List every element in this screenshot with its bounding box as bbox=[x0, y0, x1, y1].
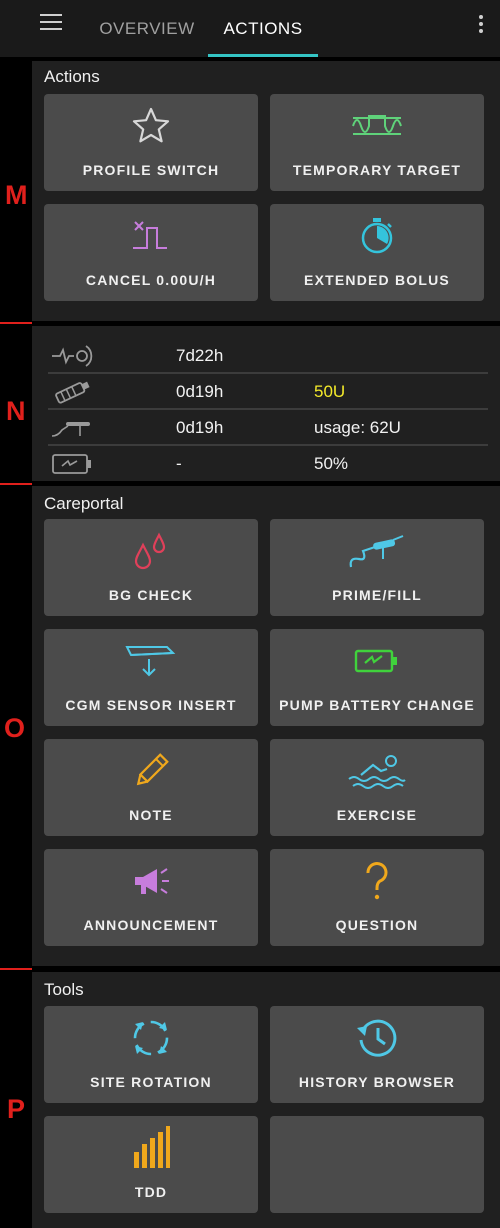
pencil-icon bbox=[44, 751, 258, 791]
bar-chart-icon bbox=[44, 1126, 258, 1168]
stopwatch-icon bbox=[270, 216, 484, 256]
card-label: QUESTION bbox=[335, 917, 419, 933]
card-label: PUMP BATTERY CHANGE bbox=[279, 697, 475, 713]
cannula-icon bbox=[50, 342, 94, 370]
sensor-usage: usage: 62U bbox=[314, 418, 401, 437]
status-section: 7d22h 0d19h 50U 0d19h usage: 62U - 50% bbox=[32, 326, 500, 481]
reservoir-level: 50U bbox=[314, 382, 346, 401]
temp-target-icon bbox=[270, 106, 484, 146]
section-title: Tools bbox=[44, 980, 84, 999]
cancel-temp-basal-icon bbox=[44, 216, 258, 256]
section-marker-n: N bbox=[6, 396, 26, 426]
extended-bolus-button[interactable]: EXTENDED BOLUS bbox=[270, 204, 484, 301]
sensor-row: 0d19h usage: 62U bbox=[44, 410, 488, 446]
hamburger-menu-icon[interactable] bbox=[36, 12, 68, 36]
note-button[interactable]: NOTE bbox=[44, 739, 258, 836]
card-label: CGM SENSOR INSERT bbox=[65, 697, 237, 713]
card-label: SITE ROTATION bbox=[90, 1074, 212, 1090]
sensor-age: 0d19h bbox=[176, 418, 224, 437]
pump-battery-icon bbox=[50, 450, 94, 478]
section-divider bbox=[0, 483, 32, 485]
megaphone-icon bbox=[44, 861, 258, 901]
profile-switch-button[interactable]: PROFILE SWITCH bbox=[44, 94, 258, 191]
history-browser-button[interactable]: HISTORY BROWSER bbox=[270, 1006, 484, 1103]
careportal-section: Careportal BG CHECK PRIME/FILL CGM SENSO… bbox=[32, 486, 500, 966]
empty-tool-slot bbox=[270, 1116, 484, 1213]
site-rotation-icon bbox=[44, 1018, 258, 1058]
star-icon bbox=[44, 106, 258, 146]
section-marker-o: O bbox=[4, 713, 26, 743]
tdd-button[interactable]: TDD bbox=[44, 1116, 258, 1213]
battery-level: 50% bbox=[314, 454, 349, 473]
card-label: TDD bbox=[134, 1184, 168, 1200]
section-marker-m: M bbox=[5, 180, 28, 210]
section-title: Careportal bbox=[44, 494, 124, 513]
section-marker-p: P bbox=[7, 1094, 26, 1124]
card-label: BG CHECK bbox=[108, 587, 194, 603]
card-label: PRIME/FILL bbox=[332, 587, 422, 603]
bg-check-button[interactable]: BG CHECK bbox=[44, 519, 258, 616]
prime-fill-icon bbox=[270, 531, 484, 571]
exercise-button[interactable]: EXERCISE bbox=[270, 739, 484, 836]
reservoir-age: 0d19h bbox=[176, 382, 224, 401]
reservoir-row: 0d19h 50U bbox=[44, 374, 488, 410]
tab-overview[interactable]: OVERVIEW bbox=[88, 0, 206, 57]
cancel-temp-basal-button[interactable]: CANCEL 0.00U/H bbox=[44, 204, 258, 301]
cannula-age-row: 7d22h bbox=[44, 338, 488, 374]
temporary-target-button[interactable]: TEMPORARY TARGET bbox=[270, 94, 484, 191]
site-rotation-button[interactable]: SITE ROTATION bbox=[44, 1006, 258, 1103]
section-divider bbox=[0, 322, 32, 324]
pump-battery-row: - 50% bbox=[44, 446, 488, 482]
question-button[interactable]: QUESTION bbox=[270, 849, 484, 946]
cgm-sensor-icon bbox=[50, 414, 94, 442]
card-label: PROFILE SWITCH bbox=[82, 162, 220, 178]
insulin-reservoir-icon bbox=[50, 378, 94, 406]
card-label: EXTENDED BOLUS bbox=[304, 272, 450, 288]
question-icon bbox=[270, 861, 484, 901]
more-options-icon[interactable] bbox=[470, 12, 492, 36]
tools-section: Tools SITE ROTATION HISTORY BROWSER TDD bbox=[32, 972, 500, 1228]
blood-drops-icon bbox=[44, 531, 258, 571]
card-label: NOTE bbox=[129, 807, 173, 823]
pump-battery-change-button[interactable]: PUMP BATTERY CHANGE bbox=[270, 629, 484, 726]
battery-change-icon bbox=[270, 641, 484, 681]
prime-fill-button[interactable]: PRIME/FILL bbox=[270, 519, 484, 616]
sensor-insert-icon bbox=[44, 641, 258, 681]
section-divider bbox=[0, 968, 32, 970]
cannula-age: 7d22h bbox=[176, 346, 224, 365]
tab-actions[interactable]: ACTIONS bbox=[208, 0, 318, 57]
card-label: TEMPORARY TARGET bbox=[292, 162, 462, 178]
card-label: ANNOUNCEMENT bbox=[83, 917, 219, 933]
swimmer-icon bbox=[270, 751, 484, 791]
cgm-sensor-insert-button[interactable]: CGM SENSOR INSERT bbox=[44, 629, 258, 726]
card-label: HISTORY BROWSER bbox=[298, 1074, 456, 1090]
history-icon bbox=[270, 1018, 484, 1058]
card-label: CANCEL 0.00U/H bbox=[85, 272, 217, 288]
section-title: Actions bbox=[44, 67, 100, 86]
announcement-button[interactable]: ANNOUNCEMENT bbox=[44, 849, 258, 946]
actions-section: Actions PROFILE SWITCH TEMPORARY TARGET … bbox=[32, 61, 500, 321]
card-label: EXERCISE bbox=[336, 807, 418, 823]
top-app-bar: OVERVIEW ACTIONS bbox=[0, 0, 500, 57]
battery-age: - bbox=[176, 454, 182, 473]
